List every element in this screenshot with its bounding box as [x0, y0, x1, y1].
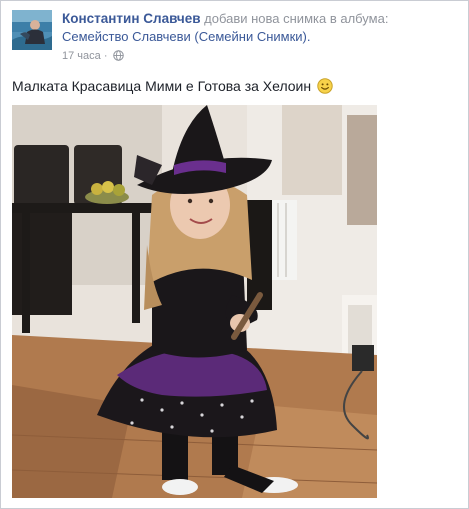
author-name-link[interactable]: Константин Славчев: [62, 11, 201, 26]
avatar-image: [12, 10, 52, 50]
timestamp-link[interactable]: 17 часа: [62, 50, 101, 62]
story-action-text: добави нова снимка в албума:: [204, 11, 389, 26]
post-caption: Малката Красавица Мими е Готова за Хелои…: [12, 77, 333, 98]
feed-story: Константин Славчев добави нова снимка в …: [0, 0, 469, 509]
album-link[interactable]: Семейство Славчеви (Семейни Снимки).: [62, 29, 311, 45]
story-header: Константин Славчев добави нова снимка в …: [62, 11, 462, 27]
meta-separator: ·: [103, 50, 108, 62]
author-avatar[interactable]: [12, 10, 52, 50]
caption-text: Малката Красавица Мими е Готова за Хелои…: [12, 78, 312, 94]
globe-icon[interactable]: [112, 50, 124, 65]
smiley-icon: [317, 78, 333, 98]
story-meta: 17 часа ·: [62, 49, 124, 65]
photo-image: [12, 105, 377, 498]
post-photo[interactable]: [12, 105, 377, 498]
